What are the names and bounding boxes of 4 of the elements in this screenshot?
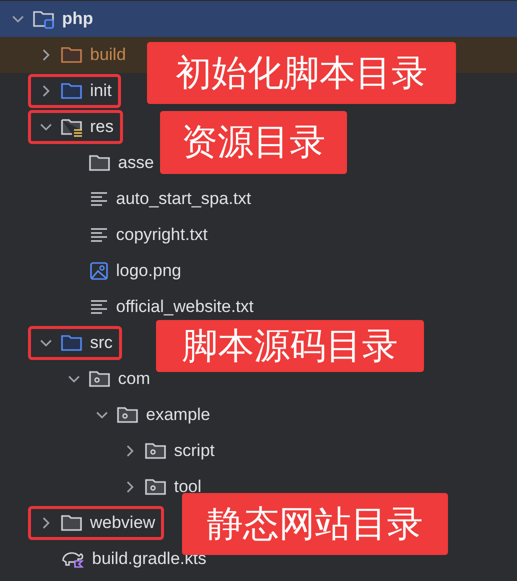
- callout-tooltip: 初始化脚本目录: [147, 42, 456, 104]
- callout-tooltip: 脚本源码目录: [156, 320, 424, 372]
- callout-tooltip: 静态网站目录: [182, 493, 448, 555]
- callout-tooltip: 资源目录: [160, 111, 347, 174]
